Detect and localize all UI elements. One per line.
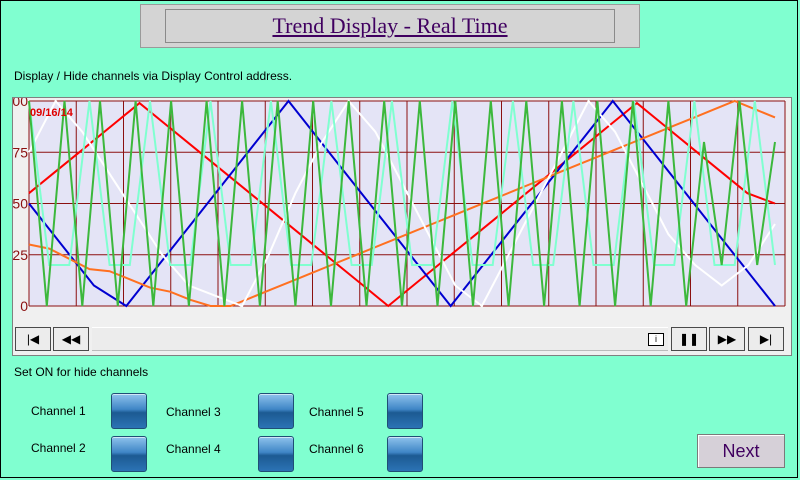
channel-4-toggle[interactable] bbox=[258, 436, 294, 472]
channel-2-toggle[interactable] bbox=[111, 436, 147, 472]
channel-1-label: Channel 1 bbox=[31, 404, 86, 418]
page-title: Trend Display - Real Time bbox=[165, 9, 615, 43]
info-button[interactable]: i bbox=[648, 333, 664, 346]
channel-3-label: Channel 3 bbox=[166, 405, 221, 419]
first-page-button[interactable]: |◀ bbox=[15, 327, 51, 351]
rewind-icon: ◀◀ bbox=[61, 332, 81, 346]
skip-last-icon: ▶| bbox=[759, 332, 773, 346]
channel-5-label: Channel 5 bbox=[309, 405, 364, 419]
y-tick-label: 100 bbox=[13, 98, 28, 109]
channel-6-toggle[interactable] bbox=[387, 436, 423, 472]
rewind-button[interactable]: ◀◀ bbox=[53, 327, 89, 351]
fast-forward-icon: ▶▶ bbox=[717, 332, 737, 346]
channel-1-toggle[interactable] bbox=[111, 393, 147, 429]
forward-button[interactable]: ▶▶ bbox=[709, 327, 745, 351]
trend-chart-svg: 100 75 50 25 0 09/16/14 bbox=[13, 98, 786, 314]
channel-6-label: Channel 6 bbox=[309, 442, 364, 456]
y-tick-label: 0 bbox=[20, 298, 28, 314]
next-button[interactable]: Next bbox=[697, 434, 785, 468]
channel-2-label: Channel 2 bbox=[31, 441, 86, 455]
trend-chart: 100 75 50 25 0 09/16/14 bbox=[12, 97, 792, 356]
hide-channels-label: Set ON for hide channels bbox=[14, 365, 149, 379]
pause-icon: ❚❚ bbox=[678, 332, 700, 346]
channel-4-label: Channel 4 bbox=[166, 442, 221, 456]
channel-5-toggle[interactable] bbox=[387, 393, 423, 429]
y-tick-label: 50 bbox=[13, 196, 28, 212]
channel-3-toggle[interactable] bbox=[258, 393, 294, 429]
y-tick-label: 25 bbox=[13, 247, 28, 263]
instructions-text: Display / Hide channels via Display Cont… bbox=[14, 69, 293, 83]
last-page-button[interactable]: ▶| bbox=[748, 327, 784, 351]
pause-button[interactable]: ❚❚ bbox=[671, 327, 707, 351]
title-panel: Trend Display - Real Time bbox=[140, 4, 640, 48]
date-label: 09/16/14 bbox=[30, 107, 74, 119]
y-tick-label: 75 bbox=[13, 144, 28, 160]
skip-first-icon: |◀ bbox=[26, 332, 40, 346]
time-scrollbar[interactable] bbox=[92, 327, 668, 351]
